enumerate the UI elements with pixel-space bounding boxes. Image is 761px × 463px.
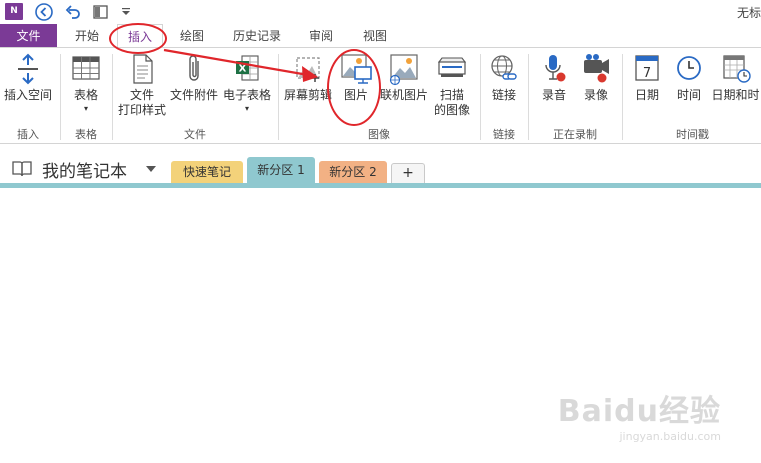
baidu-watermark: Baidu经验 jingyan.baidu.com xyxy=(558,386,721,443)
watermark-brand: Baidu经验 xyxy=(557,394,721,429)
watermark-url: jingyan.baidu.com xyxy=(619,430,721,443)
